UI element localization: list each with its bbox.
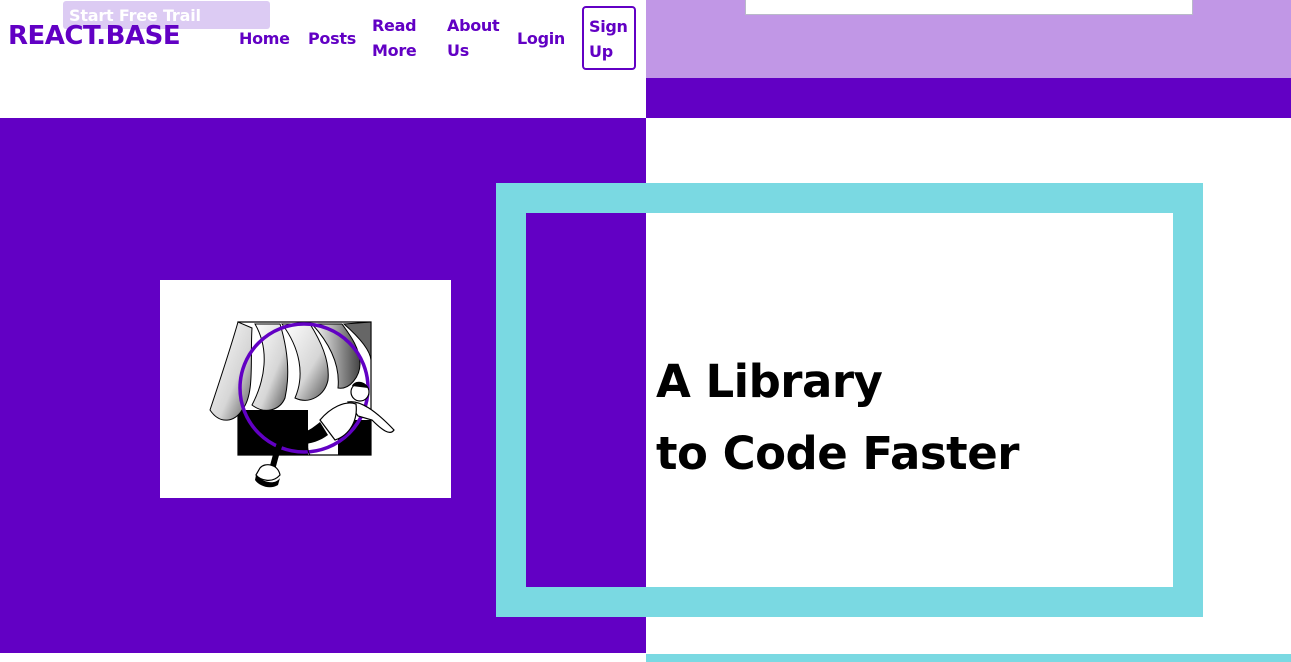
hero-headline-line2: to Code Faster xyxy=(656,427,1019,480)
hero-frame-purple-section xyxy=(526,213,646,587)
bottom-cyan-strip xyxy=(646,654,1291,662)
hero-illustration xyxy=(160,280,451,498)
hero-headline: A Library to Code Faster xyxy=(656,346,1019,490)
nav-read-more-line2: More xyxy=(372,41,417,60)
nav-about-line1: About xyxy=(447,16,500,35)
nav-posts-link[interactable]: Posts xyxy=(308,26,356,51)
nav-about-us-link[interactable]: About Us xyxy=(447,13,500,63)
page: Start Free Trail REACT.BASE Home Posts R… xyxy=(0,0,1291,662)
top-right-purple-strip xyxy=(646,78,1291,118)
nav-read-more-line1: Read xyxy=(372,16,417,35)
hero-headline-line1: A Library xyxy=(656,355,883,408)
brand-logo[interactable]: REACT.BASE xyxy=(8,21,181,51)
sign-up-line1: Sign xyxy=(589,17,628,36)
person-escaping-illustration-icon xyxy=(209,321,395,488)
nav-home-link[interactable]: Home xyxy=(239,26,290,51)
sign-up-line2: Up xyxy=(589,42,613,61)
nav-sign-up-button[interactable]: Sign Up xyxy=(582,6,636,70)
nav-read-more-link[interactable]: Read More xyxy=(372,13,417,63)
banner-input-field[interactable] xyxy=(745,0,1193,15)
nav-about-line2: Us xyxy=(447,41,469,60)
nav-login-link[interactable]: Login xyxy=(517,26,565,51)
